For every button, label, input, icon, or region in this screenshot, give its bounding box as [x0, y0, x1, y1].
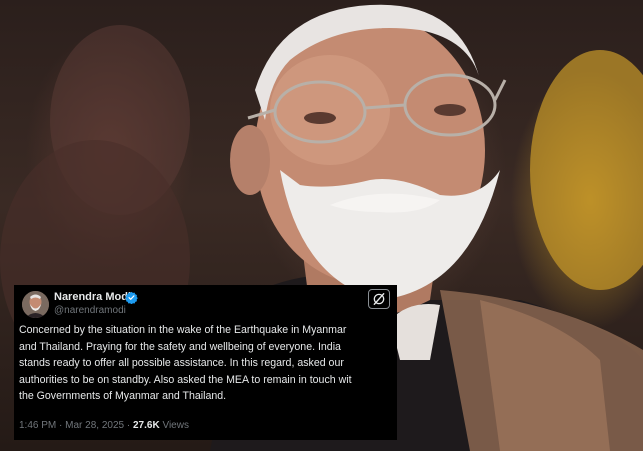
meta-separator: ·: [59, 420, 63, 431]
avatar[interactable]: [22, 291, 49, 318]
tweet-text: Concerned by the situation in the wake o…: [19, 322, 395, 405]
tweet-time[interactable]: 1:46 PM: [19, 420, 56, 431]
tweet-meta: 1:46 PM · Mar 28, 2025 · 27.6K Views: [19, 420, 189, 431]
x-logo-icon[interactable]: [368, 289, 390, 309]
views-label: Views: [162, 420, 189, 431]
tweet-text-line: stands ready to offer all possible assis…: [19, 357, 344, 369]
verified-badge-icon: [125, 291, 138, 304]
tweet-date[interactable]: Mar 28, 2025: [65, 420, 124, 431]
tweet-card: Narendra Modi @narendramodi Concerned by…: [14, 285, 397, 440]
tweet-text-line: authorities to be on standby. Also asked…: [19, 373, 352, 386]
tweet-text-line: the Governments of Myanmar and Thailand.: [19, 390, 227, 402]
x-logo-glyph: [373, 293, 385, 305]
meta-separator: ·: [126, 420, 131, 431]
author-handle[interactable]: @narendramodi: [54, 305, 126, 316]
avatar-image: [22, 291, 49, 318]
tweet-text-line: Concerned by the situation in the wake o…: [19, 324, 347, 336]
tweet-text-line: and Thailand. Praying for the safety and…: [19, 340, 341, 353]
views-count: 27.6K: [133, 420, 160, 431]
author-name[interactable]: Narendra Modi: [54, 291, 131, 303]
